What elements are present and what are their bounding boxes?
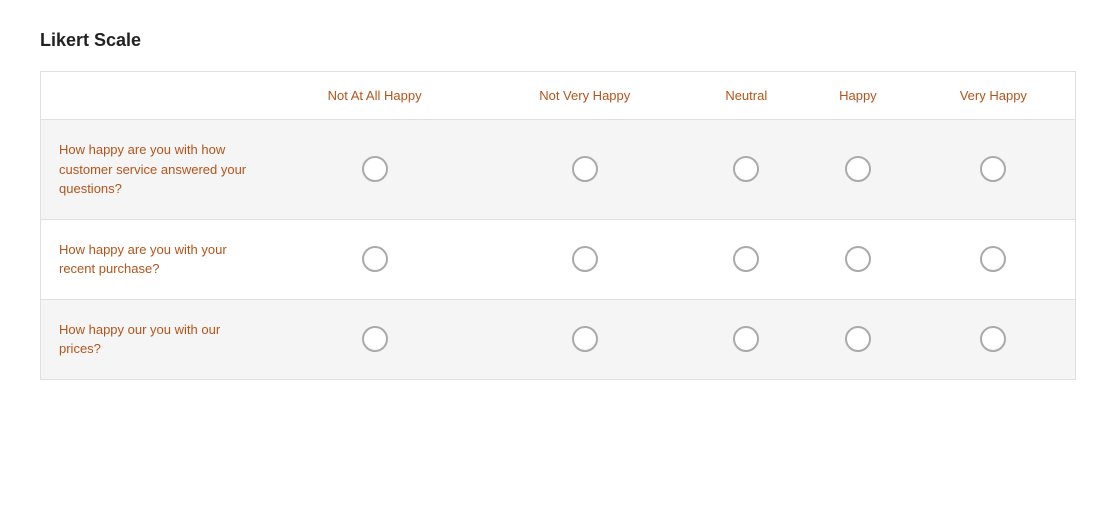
radio-button-row3-col4[interactable] (845, 326, 871, 352)
header-col5: Very Happy (912, 72, 1076, 120)
radio-button-row2-col1[interactable] (362, 246, 388, 272)
radio-button-row1-col2[interactable] (572, 156, 598, 182)
header-col4: Happy (804, 72, 912, 120)
page-title: Likert Scale (40, 30, 1076, 51)
header-col2: Not Very Happy (481, 72, 688, 120)
radio-cell-row3-col5 (912, 299, 1076, 379)
radio-cell-row1-col1 (268, 120, 481, 220)
radio-cell-row2-col4 (804, 219, 912, 299)
radio-cell-row2-col3 (688, 219, 804, 299)
radio-button-row3-col5[interactable] (980, 326, 1006, 352)
table-row: How happy our you with our prices? (41, 299, 1076, 379)
likert-scale-table: Not At All Happy Not Very Happy Neutral … (40, 71, 1076, 380)
radio-cell-row1-col3 (688, 120, 804, 220)
header-label (41, 72, 269, 120)
radio-cell-row3-col4 (804, 299, 912, 379)
radio-button-row2-col5[interactable] (980, 246, 1006, 272)
radio-cell-row2-col2 (481, 219, 688, 299)
question-cell: How happy are you with how customer serv… (41, 120, 269, 220)
radio-cell-row1-col5 (912, 120, 1076, 220)
radio-cell-row3-col3 (688, 299, 804, 379)
radio-button-row1-col1[interactable] (362, 156, 388, 182)
radio-cell-row2-col1 (268, 219, 481, 299)
table-row: How happy are you with how customer serv… (41, 120, 1076, 220)
radio-button-row3-col2[interactable] (572, 326, 598, 352)
radio-button-row1-col3[interactable] (733, 156, 759, 182)
radio-button-row2-col4[interactable] (845, 246, 871, 272)
radio-button-row2-col3[interactable] (733, 246, 759, 272)
header-col1: Not At All Happy (268, 72, 481, 120)
radio-button-row3-col1[interactable] (362, 326, 388, 352)
radio-button-row1-col5[interactable] (980, 156, 1006, 182)
radio-cell-row2-col5 (912, 219, 1076, 299)
table-header-row: Not At All Happy Not Very Happy Neutral … (41, 72, 1076, 120)
radio-button-row1-col4[interactable] (845, 156, 871, 182)
radio-button-row2-col2[interactable] (572, 246, 598, 272)
radio-cell-row1-col4 (804, 120, 912, 220)
radio-cell-row1-col2 (481, 120, 688, 220)
radio-button-row3-col3[interactable] (733, 326, 759, 352)
question-cell: How happy are you with your recent purch… (41, 219, 269, 299)
table-row: How happy are you with your recent purch… (41, 219, 1076, 299)
radio-cell-row3-col1 (268, 299, 481, 379)
header-col3: Neutral (688, 72, 804, 120)
radio-cell-row3-col2 (481, 299, 688, 379)
question-cell: How happy our you with our prices? (41, 299, 269, 379)
